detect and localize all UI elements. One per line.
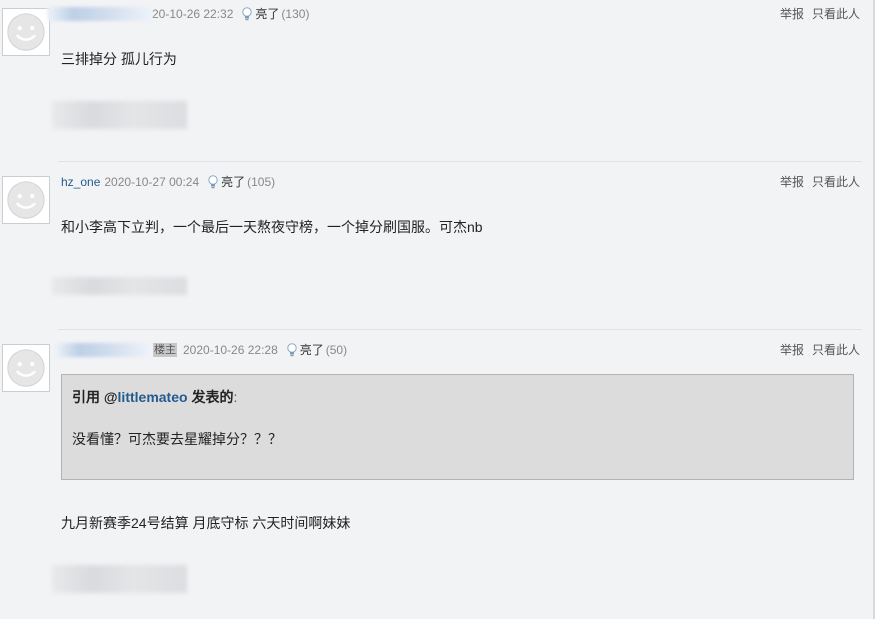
reply-list: 20-10-26 22:32 亮了 (130) 举报 只看此人 三排掉分 孤儿行… bbox=[0, 0, 875, 619]
default-avatar-icon bbox=[3, 345, 49, 391]
signature-redacted bbox=[52, 101, 187, 129]
quote-prefix: 引用 @ bbox=[72, 389, 118, 405]
quote-text: 没看懂？可杰要去星耀掉分？？？ bbox=[72, 431, 282, 447]
post-divider bbox=[58, 329, 862, 330]
username-redacted[interactable] bbox=[55, 343, 151, 357]
quote-colon: : bbox=[233, 389, 238, 405]
quoted-username-link[interactable]: littlemateo bbox=[118, 389, 188, 405]
default-avatar-icon bbox=[3, 9, 49, 55]
lightbulb-icon[interactable] bbox=[241, 7, 253, 21]
report-link[interactable]: 举报 bbox=[780, 342, 804, 358]
signature-redacted bbox=[52, 277, 187, 295]
report-link[interactable]: 举报 bbox=[780, 174, 804, 190]
default-avatar-icon bbox=[3, 177, 49, 223]
reply-post: hz_one 2020-10-27 00:24 亮了 (105) 举报 只看此人… bbox=[0, 161, 862, 329]
reply-post: 楼主 2020-10-26 22:28 亮了 (50) 举报 只看此人 引用 @… bbox=[0, 329, 862, 619]
post-date: 2020-10-26 22:28 bbox=[183, 343, 278, 357]
report-link[interactable]: 举报 bbox=[780, 6, 804, 22]
post-meta: 楼主 2020-10-26 22:28 亮了 (50) bbox=[55, 342, 348, 358]
post-actions: 举报 只看此人 bbox=[780, 6, 860, 22]
post-content: 三排掉分 孤儿行为 bbox=[61, 51, 177, 67]
light-count: (130) bbox=[281, 7, 310, 21]
username-link[interactable]: hz_one bbox=[61, 174, 100, 190]
post-actions: 举报 只看此人 bbox=[780, 174, 860, 190]
username-redacted[interactable] bbox=[47, 7, 152, 21]
avatar[interactable] bbox=[2, 176, 50, 224]
signature-redacted bbox=[52, 565, 187, 593]
post-date: 2020-10-27 00:24 bbox=[104, 175, 200, 189]
post-actions: 举报 只看此人 bbox=[780, 342, 860, 358]
light-label[interactable]: 亮了 bbox=[255, 6, 279, 22]
avatar[interactable] bbox=[2, 8, 50, 56]
post-meta: 20-10-26 22:32 亮了 (130) bbox=[47, 6, 310, 22]
quote-suffix: 发表的 bbox=[187, 389, 234, 405]
post-divider bbox=[58, 161, 862, 162]
only-this-user-link[interactable]: 只看此人 bbox=[812, 174, 860, 190]
op-badge: 楼主 bbox=[153, 343, 177, 357]
avatar[interactable] bbox=[2, 344, 50, 392]
light-label[interactable]: 亮了 bbox=[300, 342, 324, 358]
post-content: 九月新赛季24号结算 月底守标 六天时间啊妹妹 bbox=[61, 515, 351, 531]
light-count: (105) bbox=[247, 175, 276, 189]
quote-block: 引用 @littlemateo 发表的: 没看懂？可杰要去星耀掉分？？？ bbox=[61, 374, 854, 480]
only-this-user-link[interactable]: 只看此人 bbox=[812, 6, 860, 22]
post-date: 20-10-26 22:32 bbox=[152, 7, 234, 21]
light-label[interactable]: 亮了 bbox=[221, 174, 245, 190]
light-count: (50) bbox=[325, 343, 348, 357]
post-content: 和小李高下立判，一个最后一天熬夜守榜，一个掉分刷国服。可杰nb bbox=[61, 219, 483, 235]
quote-header: 引用 @littlemateo 发表的: bbox=[72, 387, 843, 407]
reply-post: 20-10-26 22:32 亮了 (130) 举报 只看此人 三排掉分 孤儿行… bbox=[0, 0, 862, 160]
lightbulb-icon[interactable] bbox=[286, 343, 298, 357]
lightbulb-icon[interactable] bbox=[207, 175, 219, 189]
only-this-user-link[interactable]: 只看此人 bbox=[812, 342, 860, 358]
post-meta: hz_one 2020-10-27 00:24 亮了 (105) bbox=[61, 174, 275, 190]
